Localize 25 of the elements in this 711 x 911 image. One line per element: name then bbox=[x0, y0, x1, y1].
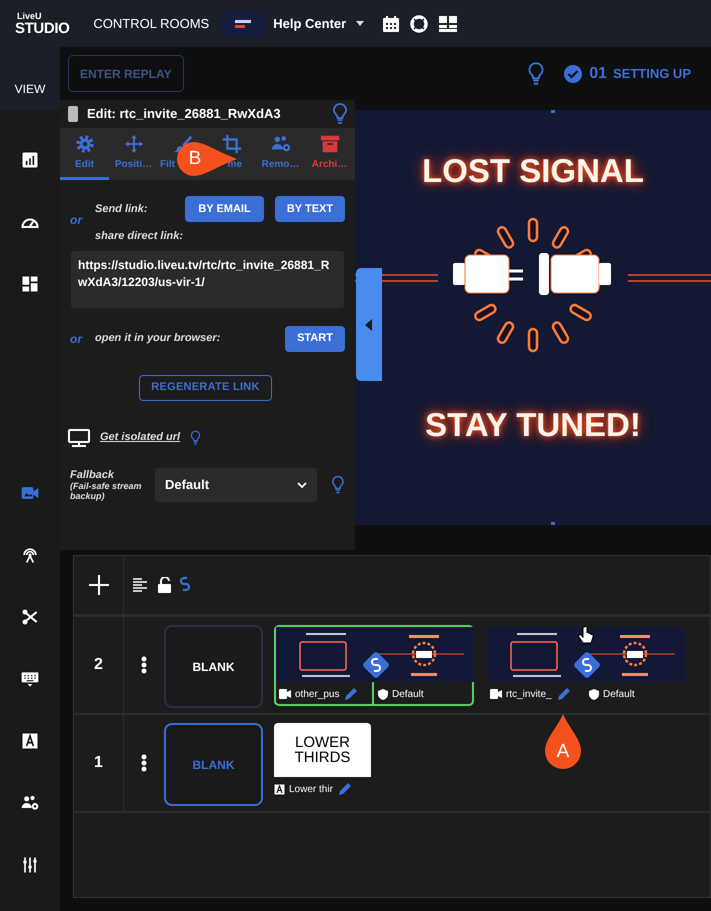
callout-label: B bbox=[188, 148, 202, 170]
fallback-label: Fallback bbox=[70, 468, 116, 480]
or-label: or bbox=[70, 330, 84, 348]
source-name: Lower thir bbox=[289, 782, 333, 796]
or-label: or bbox=[70, 212, 84, 230]
source-name: rtc_invite_ bbox=[506, 688, 552, 702]
logo-text: LiveU bbox=[16, 12, 43, 20]
fallback-name: Default bbox=[392, 688, 424, 702]
logo-text: STUDIO bbox=[15, 20, 70, 36]
fallback-name: Default bbox=[603, 688, 635, 702]
fallback-hint: (Fail-safe stream backup) bbox=[70, 480, 143, 500]
callout-label: A bbox=[556, 741, 570, 763]
tagline-text: STAY TUNED! bbox=[425, 404, 641, 444]
source-name: other_pus bbox=[295, 688, 340, 702]
step-label: SETTING UP bbox=[612, 64, 691, 83]
editor-title: Edit: rtc_invite_26881_RwXdA3 bbox=[87, 105, 282, 124]
send-link-label: Send link: bbox=[95, 202, 149, 217]
share-link-label: share direct link: bbox=[95, 229, 184, 244]
headline-text: LOST SIGNAL bbox=[422, 151, 644, 191]
layer-number: 2 bbox=[94, 655, 103, 675]
graphic-title: LOWER THIRDS bbox=[294, 735, 352, 765]
sidebar-heading: VIEW bbox=[14, 81, 46, 98]
step-number: 01 bbox=[589, 64, 607, 84]
open-browser-label: open it in your browser: bbox=[95, 331, 222, 346]
layer-number: 1 bbox=[94, 753, 103, 773]
